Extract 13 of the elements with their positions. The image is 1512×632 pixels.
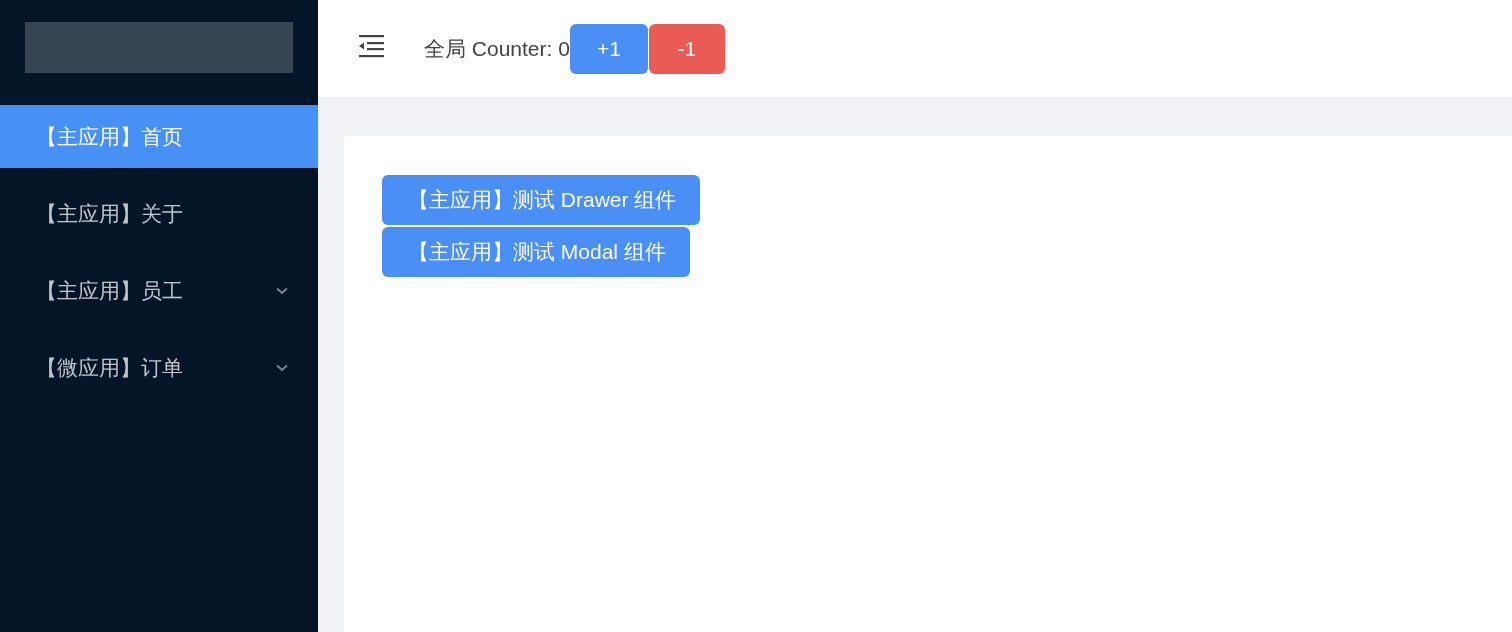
chevron-down-icon: [276, 363, 288, 372]
decrement-button[interactable]: -1: [648, 24, 725, 74]
menu-item[interactable]: 【主应用】员工: [0, 259, 318, 322]
counter-label: 全局 Counter: 0: [424, 35, 570, 62]
menu-fold-button[interactable]: [358, 33, 384, 58]
test-button[interactable]: 【主应用】测试 Modal 组件: [382, 227, 690, 277]
test-button[interactable]: 【主应用】测试 Drawer 组件: [382, 175, 701, 225]
menu-item[interactable]: 【主应用】关于: [0, 182, 318, 245]
chevron-down-icon: [276, 286, 288, 295]
menu-item[interactable]: 【主应用】首页: [0, 105, 318, 168]
increment-button[interactable]: +1: [569, 24, 648, 74]
menu-item[interactable]: 【微应用】订单: [0, 336, 318, 399]
menu-fold-icon: [358, 33, 384, 58]
